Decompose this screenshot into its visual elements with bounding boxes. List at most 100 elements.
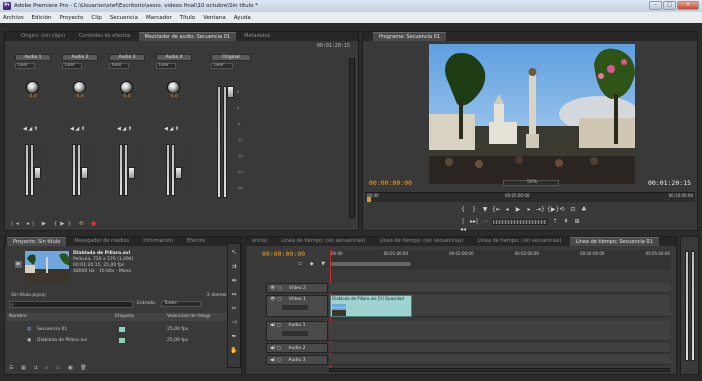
- slip-tool-icon[interactable]: ⊣: [228, 316, 240, 330]
- track-header-audio-3[interactable]: ◀) ▢ Audio 3: [266, 355, 328, 365]
- master-label[interactable]: Original: [211, 54, 251, 61]
- play-in-out-icon[interactable]: {▶}: [54, 221, 74, 227]
- track-lane-audio-2[interactable]: [329, 343, 670, 353]
- tab-project[interactable]: Proyecto: Sin título: [7, 237, 67, 246]
- lock-icon[interactable]: ▢: [277, 297, 281, 302]
- play-in-out-icon[interactable]: {▶}: [547, 206, 559, 214]
- clip-play-button[interactable]: ▶: [15, 261, 22, 268]
- lock-icon[interactable]: ▢: [277, 323, 281, 328]
- track-toggle-icons[interactable]: ◀ ◢ ⬆: [164, 126, 179, 132]
- play-icon[interactable]: ▶: [42, 221, 49, 227]
- set-marker-icon[interactable]: ◆: [310, 261, 317, 267]
- pen-tool-icon[interactable]: ✒: [228, 330, 240, 344]
- go-to-in-icon[interactable]: {⇤: [492, 206, 501, 214]
- record-icon[interactable]: ●: [91, 221, 99, 227]
- marker-icon[interactable]: ▼: [481, 206, 489, 214]
- track-toggle-icons[interactable]: ◀ ◢ ⬆: [117, 126, 132, 132]
- timeline-ruler[interactable]: 00:00 00:01:00:00 00:02:00:00 00:03:00:0…: [329, 250, 670, 270]
- step-forward-icon[interactable]: ▸: [525, 206, 533, 214]
- program-current-timecode[interactable]: 00:00:00:00: [369, 179, 412, 187]
- speaker-icon[interactable]: ◀): [270, 358, 275, 363]
- master-mode-dropdown[interactable]: Leer: [211, 63, 233, 69]
- pan-knob[interactable]: [120, 81, 133, 94]
- tab-info[interactable]: Información: [137, 237, 179, 246]
- track-lane-audio-3[interactable]: [329, 355, 670, 365]
- shuttle-slider[interactable]: [492, 219, 548, 225]
- tab-program[interactable]: Programa: Secuencia 01: [373, 32, 447, 41]
- track-header-video-1[interactable]: 👁 ▢ Vídeo 1: [266, 295, 328, 317]
- trim-icon[interactable]: ⊞: [573, 218, 581, 226]
- column-frame-rate[interactable]: Velocidad de fotogr: [167, 313, 211, 321]
- close-button[interactable]: ✕: [677, 1, 699, 10]
- mark-in-icon[interactable]: {: [459, 206, 467, 214]
- delete-icon[interactable]: 🗑: [80, 365, 89, 371]
- go-to-in-icon[interactable]: |◂: [11, 221, 22, 227]
- snap-icon[interactable]: ⊂: [298, 261, 305, 267]
- track-name-button[interactable]: Audio 1: [15, 54, 51, 61]
- tab-effect-controls[interactable]: Controles de efectos: [73, 32, 136, 41]
- menu-edicion[interactable]: Edición: [32, 15, 52, 21]
- track-name-button[interactable]: Audio 2: [62, 54, 98, 61]
- automation-mode-dropdown[interactable]: Leer: [156, 63, 176, 69]
- new-bin-icon[interactable]: ▭: [56, 365, 64, 371]
- track-header-video-2[interactable]: 👁 ▢ Vídeo 2: [266, 283, 328, 293]
- selection-tool-icon[interactable]: ↖: [228, 246, 240, 260]
- pan-value[interactable]: 0.0: [15, 94, 51, 99]
- volume-fader[interactable]: [34, 167, 41, 179]
- volume-fader[interactable]: [175, 167, 182, 179]
- track-lane-audio-1[interactable]: [329, 321, 670, 341]
- project-item-row[interactable]: ▤ Secuencia 01 25,00 fps: [7, 325, 239, 334]
- tab-timeline-empty-2[interactable]: Línea de tiempo: (sin secuencias): [373, 237, 469, 246]
- tab-media-browser[interactable]: Navegador de medios: [68, 237, 135, 246]
- pan-knob[interactable]: [73, 81, 86, 94]
- step-back-icon[interactable]: ◂: [503, 206, 511, 214]
- master-fader[interactable]: [227, 86, 234, 98]
- menu-marcador[interactable]: Marcador: [146, 15, 172, 21]
- automation-mode-dropdown[interactable]: Leer: [15, 63, 35, 69]
- step-back-icon[interactable]: ◂|: [26, 221, 37, 227]
- menu-proyecto[interactable]: Proyecto: [59, 15, 83, 21]
- keyframe-dropdown[interactable]: [282, 331, 308, 336]
- rate-stretch-tool-icon[interactable]: ⇔: [228, 288, 240, 302]
- automation-mode-dropdown[interactable]: Leer: [109, 63, 129, 69]
- eye-icon[interactable]: 👁: [270, 297, 276, 302]
- zoom-fit-dropdown[interactable]: 50%: [503, 180, 559, 186]
- program-ruler[interactable]: 00:00 00:05:00:00 00:10:00:00: [365, 192, 695, 202]
- menu-clip[interactable]: Clip: [91, 15, 101, 21]
- project-item-row[interactable]: ▣ Diablada de Pillaro.avi 25,00 fps: [7, 336, 239, 345]
- go-to-out-icon[interactable]: ⇥}: [536, 206, 545, 214]
- loop-icon[interactable]: ⟲: [558, 206, 566, 214]
- timeline-timecode[interactable]: 00:00:00:00: [262, 250, 305, 258]
- icon-view-icon[interactable]: ▦: [21, 365, 29, 371]
- volume-fader[interactable]: [128, 167, 135, 179]
- playhead-marker[interactable]: [367, 197, 371, 202]
- lock-icon[interactable]: ▢: [277, 346, 281, 351]
- timeline-zoom-bar[interactable]: [331, 262, 411, 266]
- track-toggle-icons[interactable]: ◀ ◢ ⬆: [70, 126, 85, 132]
- pan-knob[interactable]: [167, 81, 180, 94]
- track-name-button[interactable]: Audio 4: [156, 54, 192, 61]
- tab-timeline-empty-1[interactable]: Línea de tiempo: (sin secuencias): [275, 237, 371, 246]
- pan-knob[interactable]: [26, 81, 39, 94]
- speaker-icon[interactable]: ◀): [270, 346, 275, 351]
- menu-titulo[interactable]: Título: [180, 15, 195, 21]
- eye-icon[interactable]: 👁: [270, 286, 276, 291]
- track-select-tool-icon[interactable]: ⇉: [228, 260, 240, 274]
- automation-mode-dropdown[interactable]: Leer: [62, 63, 82, 69]
- new-item-icon[interactable]: ▣: [68, 365, 76, 371]
- tab-source[interactable]: Origen: (sin clips): [15, 32, 71, 41]
- automate-icon[interactable]: ⇉: [33, 365, 40, 371]
- track-toggle-icons[interactable]: ◀ ◢ ⬆: [23, 126, 38, 132]
- list-view-icon[interactable]: ☰: [9, 365, 16, 371]
- hand-tool-icon[interactable]: ✋: [228, 344, 240, 358]
- lock-icon[interactable]: ▢: [277, 286, 281, 291]
- pan-value[interactable]: 0.0: [156, 94, 192, 99]
- jog-icon[interactable]: ⋯: [481, 218, 489, 226]
- timeline-horizontal-scrollbar[interactable]: [329, 368, 670, 372]
- mixer-scrollbar[interactable]: [349, 58, 355, 218]
- column-name[interactable]: Nombre: [9, 313, 27, 321]
- razor-tool-icon[interactable]: ✂: [228, 302, 240, 316]
- lock-icon[interactable]: ▢: [277, 358, 281, 363]
- tab-timeline-empty-3[interactable]: Línea de tiempo: (sin secuencias): [471, 237, 567, 246]
- output-icon[interactable]: ♣: [580, 206, 588, 214]
